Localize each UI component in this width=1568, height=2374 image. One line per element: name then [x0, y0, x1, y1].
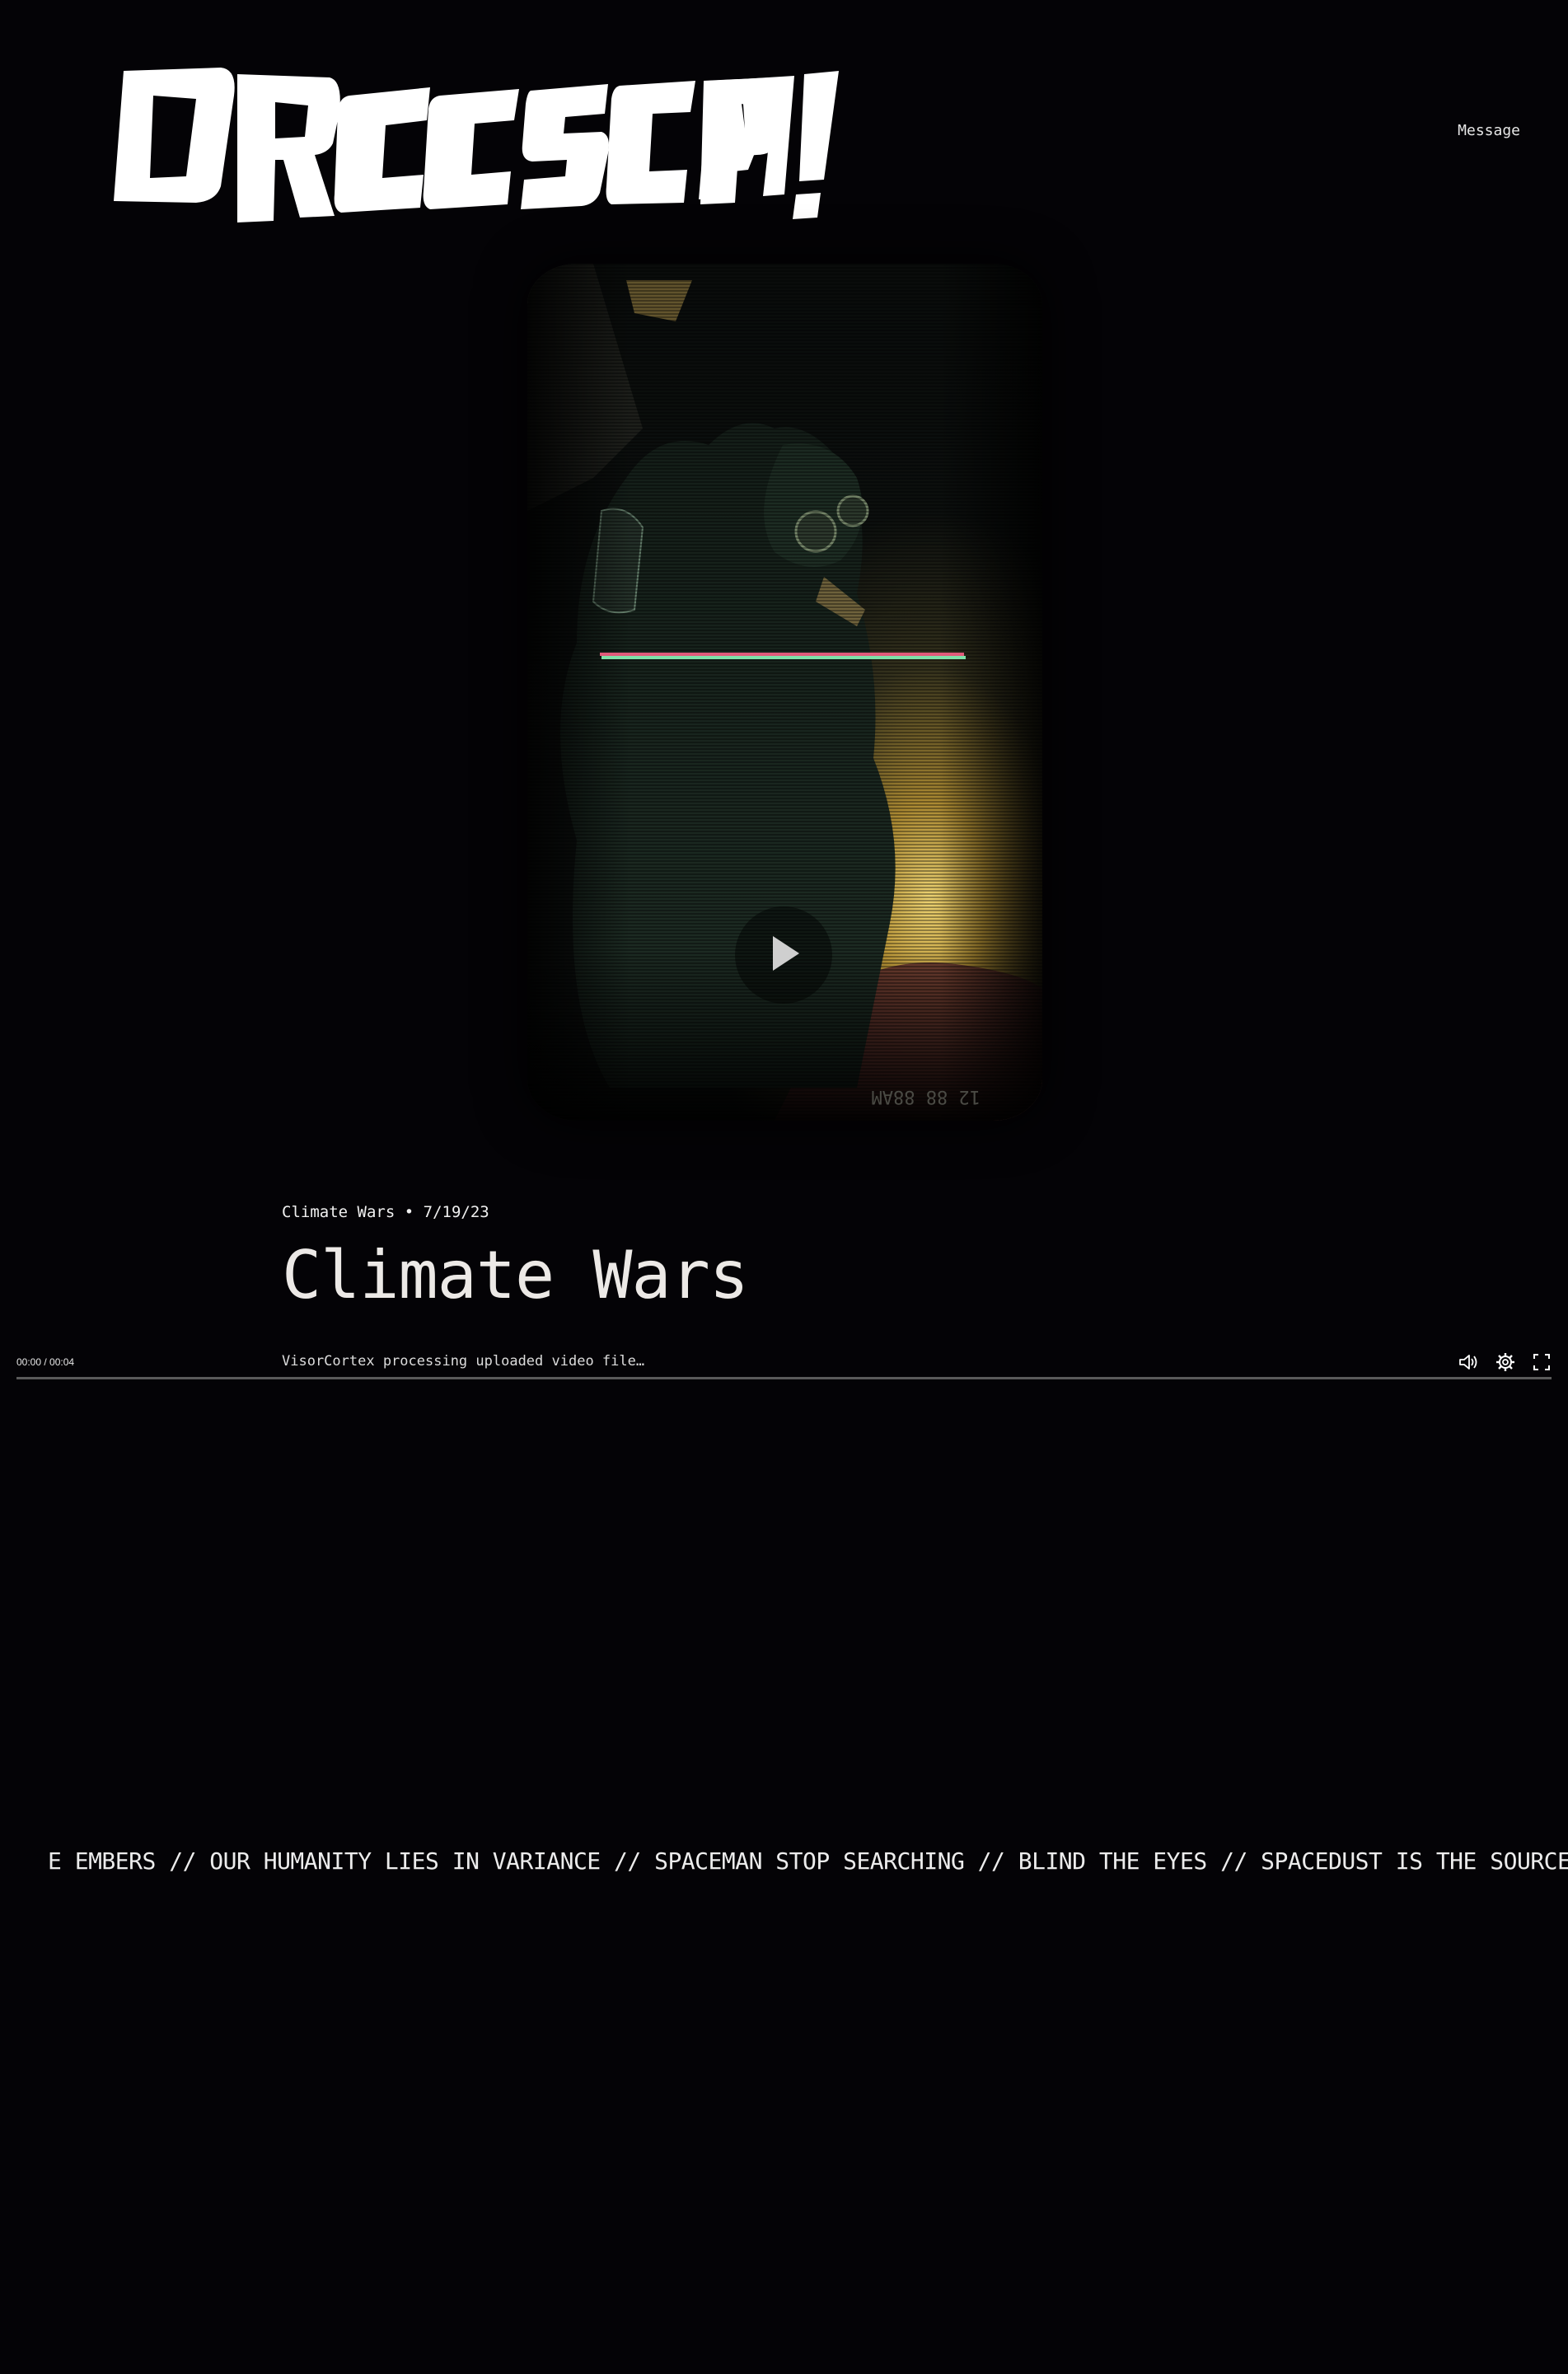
- fullscreen-icon: [1533, 1354, 1550, 1370]
- fullscreen-button[interactable]: [1531, 1351, 1552, 1373]
- marquee-ticker: E EMBERS // OUR HUMANITY LIES IN VARIANC…: [0, 1847, 1568, 1880]
- logo-wordmark: [114, 68, 839, 222]
- post-category[interactable]: Climate Wars: [282, 1203, 395, 1221]
- site-header: Message: [0, 0, 1568, 247]
- meta-separator: •: [404, 1203, 414, 1221]
- video-player[interactable]: 12 88 88AM 00:00 / 00:04: [0, 255, 1568, 1379]
- message-link[interactable]: Message: [1458, 122, 1520, 139]
- post-title: Climate Wars: [282, 1237, 749, 1313]
- marquee-text: E EMBERS // OUR HUMANITY LIES IN VARIANC…: [48, 1847, 1568, 1875]
- video-progress-bar[interactable]: [16, 1377, 1552, 1379]
- site-logo[interactable]: [114, 63, 847, 227]
- post-date: 7/19/23: [423, 1203, 489, 1221]
- post-meta: Climate Wars • 7/19/23: [282, 1203, 1271, 1221]
- gear-icon: [1496, 1353, 1514, 1371]
- post-description: VisorCortex processing uploaded video fi…: [282, 1352, 645, 1370]
- video-timestamp-overlay: 12 88 88AM: [872, 1086, 981, 1107]
- video-timecode: 00:00 / 00:04: [16, 1356, 75, 1368]
- post-content: Climate Wars • 7/19/23 Climate Wars Viso…: [282, 1203, 1271, 1370]
- volume-button[interactable]: [1458, 1351, 1479, 1373]
- settings-button[interactable]: [1495, 1351, 1516, 1373]
- volume-icon: [1459, 1355, 1477, 1370]
- play-icon: [773, 936, 799, 971]
- play-button[interactable]: [735, 906, 832, 1004]
